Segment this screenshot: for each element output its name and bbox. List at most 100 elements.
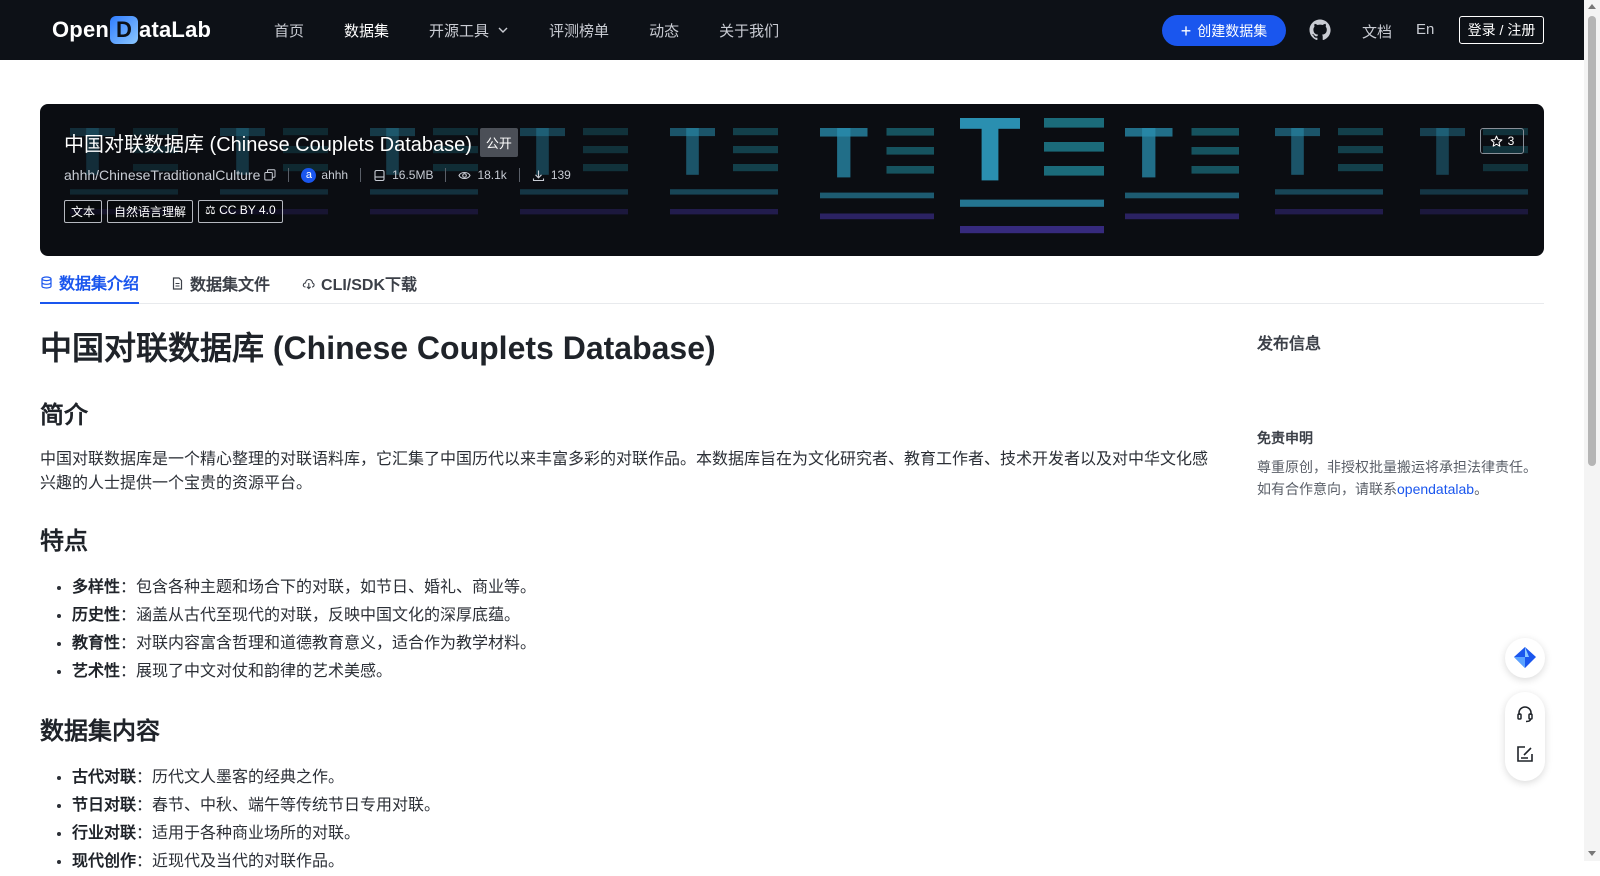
list-item-desc: ：包含各种主题和场合下的对联，如节日、婚礼、商业等。	[120, 579, 537, 596]
tab-dataset-intro[interactable]: 数据集介绍	[40, 262, 140, 304]
scale-icon: ⚖	[205, 203, 216, 217]
tab-label: 数据集介绍	[59, 276, 140, 293]
release-info-panel: 发布信息 免责申明 尊重原创，非授权批量搬运将承担法律责任。 如有合作意向，请联…	[1257, 330, 1557, 500]
scrollbar-thumb[interactable]	[1588, 16, 1596, 466]
opendatalab-contact-link[interactable]: opendatalab	[1397, 481, 1474, 497]
scroll-up-arrow[interactable]	[1588, 4, 1596, 9]
list-item-desc: ：展现了中文对仗和韵律的艺术美感。	[120, 663, 393, 680]
docs-link[interactable]: 文档	[1362, 21, 1392, 42]
dataset-downloads: 139	[532, 168, 571, 182]
meta-divider	[288, 168, 290, 182]
list-item: 行业对联：适用于各种商业场所的对联。	[72, 820, 1210, 848]
logo-text-prefix: Open	[52, 17, 110, 42]
list-item: 现代创作：近现代及当代的对联作品。	[72, 848, 1210, 876]
dataset-size: 16.5MB	[373, 168, 433, 182]
dataset-title: 中国对联数据库 (Chinese Couplets Database)	[64, 134, 472, 156]
nav-link-label: 评测榜单	[549, 22, 610, 40]
meta-divider	[445, 168, 447, 182]
page-scrollbar[interactable]	[1584, 0, 1600, 861]
list-item-term: 行业对联	[72, 825, 137, 842]
publish-info-title: 发布信息	[1257, 336, 1322, 353]
chevron-down-icon	[498, 27, 508, 33]
avatar: a	[301, 167, 317, 183]
nav-link-leaderboard[interactable]: 评测榜单	[549, 20, 609, 41]
nav-link-news[interactable]: 动态	[649, 20, 679, 41]
list-item: 古代对联：历代文人墨客的经典之作。	[72, 764, 1210, 792]
nav-link-label: 动态	[649, 22, 680, 40]
plus-icon: +	[1180, 20, 1192, 41]
copy-icon[interactable]	[264, 169, 276, 181]
license-label: CC BY 4.0	[219, 203, 276, 217]
main-nav-links: 首页 数据集 开源工具 评测榜单 动态 关于我们	[274, 0, 819, 60]
storage-icon	[374, 169, 385, 181]
features-list: 多样性：包含各种主题和场合下的对联，如节日、婚礼、商业等。 历史性：涵盖从古代至…	[40, 574, 1210, 686]
list-item-desc: ：近现代及当代的对联作品。	[136, 853, 345, 870]
list-item-term: 教育性	[72, 635, 121, 652]
nav-link-label: 首页	[274, 22, 305, 40]
tag-license[interactable]: ⚖ CC BY 4.0	[198, 200, 283, 223]
dataset-tags: 文本 自然语言理解 ⚖ CC BY 4.0	[64, 200, 288, 223]
dataset-owner[interactable]: a ahhh	[301, 167, 348, 183]
create-dataset-button[interactable]: + 创建数据集	[1162, 15, 1286, 46]
list-item-term: 古代对联	[72, 769, 137, 786]
logo-text-suffix: ataLab	[139, 17, 212, 42]
dataset-meta-row: ahhh/ChineseTraditionalCulture a ahhh 16…	[64, 167, 571, 183]
nav-link-label: 数据集	[344, 22, 390, 40]
disclaimer-text: 尊重原创，非授权批量搬运将承担法律责任。 如有合作意向，请联系opendatal…	[1257, 456, 1557, 500]
dataset-header-banner: 中国对联数据库 (Chinese Couplets Database) 公开 a…	[40, 104, 1544, 256]
star-count: 3	[1507, 134, 1515, 148]
tab-cli-sdk-download[interactable]: CLI/SDK下载	[302, 262, 417, 304]
create-dataset-label: 创建数据集	[1197, 22, 1268, 39]
list-item: 历史性：涵盖从古代至现代的对联，反映中国文化的深厚底蕴。	[72, 602, 1210, 630]
list-item-desc: ：历代文人墨客的经典之作。	[136, 769, 345, 786]
list-item-desc: ：对联内容富含哲理和道德教育意义，适合作为教学材料。	[120, 635, 537, 652]
nav-link-open-source-tools[interactable]: 开源工具	[429, 20, 509, 41]
list-item: 教育性：对联内容富含哲理和道德教育意义，适合作为教学材料。	[72, 630, 1210, 658]
scroll-down-arrow[interactable]	[1588, 851, 1596, 856]
dataset-views-value: 18.1k	[477, 168, 507, 182]
disclaimer-line: 尊重原创，非授权批量搬运将承担法律责任。	[1257, 459, 1537, 475]
floating-tools-panel	[1505, 692, 1545, 781]
star-button[interactable]: 3	[1480, 128, 1524, 154]
top-navigation-bar: Open D ataLab 首页 数据集 开源工具 评测榜单 动态 关于我们 +…	[0, 0, 1584, 60]
feedback-edit-icon[interactable]	[1515, 744, 1535, 764]
list-item-term: 多样性	[72, 579, 121, 596]
list-item: 艺术性：展现了中文对仗和韵律的艺术美感。	[72, 658, 1210, 686]
disclaimer-title: 免责申明	[1257, 430, 1313, 446]
list-item-desc: ：涵盖从古代至现代的对联，反映中国文化的深厚底蕴。	[120, 607, 521, 624]
database-icon	[41, 275, 52, 289]
list-item-term: 艺术性	[72, 663, 121, 680]
repo-path[interactable]: ahhh/ChineseTraditionalCulture	[64, 167, 260, 183]
tab-label: CLI/SDK下载	[321, 277, 418, 294]
list-item-desc: ：适用于各种商业场所的对联。	[136, 825, 361, 842]
nav-link-datasets[interactable]: 数据集	[344, 20, 389, 41]
tag-modality[interactable]: 文本	[64, 200, 103, 223]
dataset-views: 18.1k	[458, 168, 507, 182]
dataset-tabs: 数据集介绍 数据集文件 CLI/SDK下载	[40, 262, 1544, 304]
nav-link-label: 关于我们	[719, 22, 780, 40]
nav-link-about[interactable]: 关于我们	[719, 20, 779, 41]
intro-heading: 简介	[40, 402, 88, 429]
star-icon	[1490, 135, 1503, 147]
customer-service-icon[interactable]	[1515, 704, 1535, 724]
github-icon[interactable]	[1308, 18, 1332, 42]
dataset-title-row: 中国对联数据库 (Chinese Couplets Database) 公开	[64, 128, 518, 157]
contents-heading: 数据集内容	[40, 718, 160, 745]
meta-divider	[518, 168, 520, 182]
assistant-logo-icon	[1514, 647, 1536, 668]
contents-list: 古代对联：历代文人墨客的经典之作。 节日对联：春节、中秋、端午等传统节日专用对联…	[40, 764, 1210, 876]
eye-icon	[458, 171, 472, 179]
language-switch[interactable]: En	[1416, 21, 1434, 38]
opendatalab-logo[interactable]: Open D ataLab	[52, 14, 211, 46]
dataset-readme: 中国对联数据库 (Chinese Couplets Database) 简介 中…	[40, 326, 1210, 876]
disclaimer-line-text: 如有合作意向，请联系	[1257, 481, 1397, 497]
tab-dataset-files[interactable]: 数据集文件	[171, 262, 270, 304]
dataset-downloads-value: 139	[550, 168, 571, 182]
nav-link-label: 开源工具	[429, 22, 490, 40]
nav-link-home[interactable]: 首页	[274, 20, 304, 41]
assistant-button[interactable]	[1505, 638, 1545, 678]
list-item-desc: ：春节、中秋、端午等传统节日专用对联。	[136, 797, 441, 814]
login-register-button[interactable]: 登录 / 注册	[1459, 16, 1544, 44]
disclaimer-line: 如有合作意向，请联系opendatalab。	[1257, 478, 1557, 500]
tag-task[interactable]: 自然语言理解	[107, 200, 194, 223]
